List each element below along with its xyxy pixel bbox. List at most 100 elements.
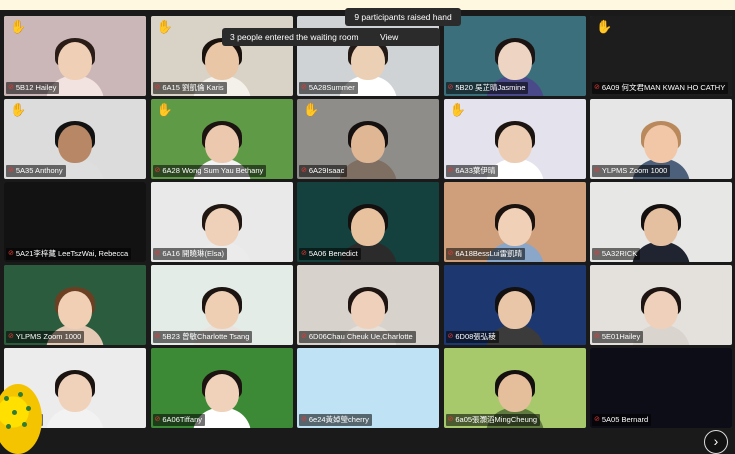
participant-tile[interactable]: ⊘ 5B23 曾敏Charlotte Tsang bbox=[150, 265, 293, 345]
participant-tile[interactable]: ✋ ⊘ 6A28 Wong Sum Yau Bethany bbox=[150, 99, 293, 179]
participant-tile[interactable]: ✋ ⊘ 6A09 何文君MAN KWAN HO CATHY bbox=[590, 16, 732, 96]
participant-name-label: ⊘ 6A15 劉凱倫 Karis bbox=[152, 82, 227, 94]
participant-name: 5A06 Benedict bbox=[308, 249, 358, 258]
participant-name-label: ⊘ 6D06Chau Cheuk Ue,Charlotte bbox=[299, 331, 416, 343]
participant-name: 6A16 開曉琳(Elsa) bbox=[162, 249, 225, 258]
waiting-room-view-button[interactable]: View bbox=[380, 28, 398, 46]
participant-name-label: ⊘ 6D08張弘稜 bbox=[445, 331, 499, 343]
participant-name: 6D08張弘稜 bbox=[455, 332, 496, 341]
participant-tile[interactable]: ⊘ 6e24黃婥瑩cherry bbox=[297, 348, 439, 428]
participant-tile[interactable]: ✋ ⊘ 5A35 Anthony bbox=[4, 99, 146, 179]
participant-video bbox=[339, 119, 397, 179]
participant-name: YLPMS Zoom 1000 bbox=[15, 332, 82, 341]
participant-name-label: ⊘ YLPMS Zoom 1000 bbox=[592, 165, 671, 177]
participant-name-label: ⊘ 6A28 Wong Sum Yau Bethany bbox=[152, 165, 267, 177]
participant-tile[interactable]: ⊘ 6A16 開曉琳(Elsa) bbox=[150, 182, 293, 262]
muted-mic-icon: ⊘ bbox=[594, 167, 600, 174]
participant-tile[interactable]: ⊘ YLPMS Zoom 1000 bbox=[4, 265, 146, 345]
participant-video bbox=[46, 368, 104, 428]
participant-name: 5A32RICK bbox=[601, 249, 638, 258]
participant-name: 5B12 Hailey bbox=[15, 83, 57, 92]
participant-name-label: ⊘ 5B12 Hailey bbox=[6, 82, 60, 94]
decorative-ball bbox=[0, 384, 42, 454]
muted-mic-icon: ⊘ bbox=[594, 416, 600, 423]
raised-hand-icon: ✋ bbox=[156, 19, 173, 34]
muted-mic-icon: ⊘ bbox=[447, 167, 454, 174]
raised-hands-notification: 9 participants raised hand bbox=[345, 8, 461, 26]
muted-mic-icon: ⊘ bbox=[154, 416, 161, 423]
participant-tile[interactable]: ⊘ 6a05張灝滔MingCheung bbox=[443, 348, 586, 428]
muted-mic-icon: ⊘ bbox=[301, 333, 307, 340]
muted-mic-icon: ⊘ bbox=[301, 416, 307, 423]
waiting-room-text: 3 people entered the waiting room bbox=[230, 32, 359, 42]
participant-name: 5B20 吳芷晴Jasmine bbox=[455, 83, 526, 92]
muted-mic-icon: ⊘ bbox=[8, 84, 14, 91]
participant-tile[interactable]: ⊘ 5A06 Benedict bbox=[297, 182, 439, 262]
participant-gallery: ✋ ⊘ 5B12 Hailey ✋ ⊘ 6A15 劉凱倫 Karis ⊘ 5A28Summer… bbox=[4, 16, 732, 432]
participant-name-label: ⊘ YLPMS Zoom 1000 bbox=[6, 331, 85, 343]
participant-video bbox=[632, 202, 690, 262]
participant-name: 6A09 何文君MAN KWAN HO CATHY bbox=[601, 83, 726, 92]
participant-tile[interactable]: ⊘ 5B20 吳芷晴Jasmine bbox=[443, 16, 586, 96]
participant-tile[interactable]: ✋ ⊘ 6A33葉伊晴 bbox=[443, 99, 586, 179]
muted-mic-icon: ⊘ bbox=[8, 167, 14, 174]
participant-name: 6e24黃婥瑩cherry bbox=[308, 415, 369, 424]
participant-tile[interactable]: ⊘ 5A32RICK bbox=[590, 182, 732, 262]
participant-tile[interactable]: ✋ ⊘ 6A29Isaac bbox=[297, 99, 439, 179]
participant-name-label: ⊘ 5A35 Anthony bbox=[6, 165, 66, 177]
next-page-button[interactable]: › bbox=[704, 430, 728, 454]
muted-mic-icon: ⊘ bbox=[8, 250, 14, 257]
muted-mic-icon: ⊘ bbox=[594, 84, 600, 91]
participant-name: 5B23 曾敏Charlotte Tsang bbox=[162, 332, 250, 341]
participant-name: 6A15 劉凱倫 Karis bbox=[162, 83, 224, 92]
raised-hand-icon: ✋ bbox=[10, 19, 27, 34]
raised-hand-icon: ✋ bbox=[596, 19, 613, 34]
participant-tile[interactable]: ⊘ 5A21李梓藏 LeeTszWai, Rebecca bbox=[4, 182, 146, 262]
muted-mic-icon: ⊘ bbox=[594, 333, 600, 340]
participant-tile[interactable]: ⊘ YLPMS Zoom 1000 bbox=[590, 99, 732, 179]
participant-name-label: ⊘ 6A33葉伊晴 bbox=[445, 165, 499, 177]
participant-name: 5A21李梓藏 LeeTszWai, Rebecca bbox=[15, 249, 129, 258]
muted-mic-icon: ⊘ bbox=[154, 84, 161, 91]
participant-name-label: ⊘ 6a05張灝滔MingCheung bbox=[445, 414, 541, 426]
participant-tile[interactable]: ⊘ 5A05 Bernard bbox=[590, 348, 732, 428]
participant-name-label: ⊘ 6A18BessLui雷凱晴 bbox=[445, 248, 526, 260]
muted-mic-icon: ⊘ bbox=[154, 167, 161, 174]
participant-name: 6a05張灝滔MingCheung bbox=[455, 415, 538, 424]
muted-mic-icon: ⊘ bbox=[447, 250, 454, 257]
participant-tile[interactable]: ⊘ 6A06Tiffany bbox=[150, 348, 293, 428]
muted-mic-icon: ⊘ bbox=[447, 333, 454, 340]
raised-hand-icon: ✋ bbox=[156, 102, 173, 117]
participant-name-label: ⊘ 6e24黃婥瑩cherry bbox=[299, 414, 372, 426]
muted-mic-icon: ⊘ bbox=[301, 250, 307, 257]
participant-name: 6A06Tiffany bbox=[162, 415, 202, 424]
muted-mic-icon: ⊘ bbox=[8, 333, 14, 340]
participant-name-label: ⊘ 5B20 吳芷晴Jasmine bbox=[445, 82, 529, 94]
participant-tile[interactable]: ⊘ 6A18BessLui雷凱晴 bbox=[443, 182, 586, 262]
participant-name-label: ⊘ 6A06Tiffany bbox=[152, 414, 205, 426]
participant-name: 5A05 Bernard bbox=[601, 415, 649, 424]
participant-tile[interactable]: ⊘ 6D06Chau Cheuk Ue,Charlotte bbox=[297, 265, 439, 345]
muted-mic-icon: ⊘ bbox=[447, 84, 454, 91]
participant-tile[interactable]: ⊘ 6D08張弘稜 bbox=[443, 265, 586, 345]
muted-mic-icon: ⊘ bbox=[301, 167, 307, 174]
waiting-room-notification[interactable]: 3 people entered the waiting room View bbox=[222, 28, 440, 46]
participant-name-label: ⊘ 5E01Hailey bbox=[592, 331, 644, 343]
participant-name-label: ⊘ 5A21李梓藏 LeeTszWai, Rebecca bbox=[6, 248, 132, 260]
participant-name-label: ⊘ 5A06 Benedict bbox=[299, 248, 361, 260]
chevron-right-icon: › bbox=[713, 433, 719, 449]
participant-name: 6A28 Wong Sum Yau Bethany bbox=[162, 166, 264, 175]
participant-name-label: ⊘ 5B23 曾敏Charlotte Tsang bbox=[152, 331, 253, 343]
participant-name: 5A28Summer bbox=[308, 83, 355, 92]
participant-name: 6A29Isaac bbox=[308, 166, 345, 175]
muted-mic-icon: ⊘ bbox=[447, 416, 454, 423]
participant-name-label: ⊘ 6A09 何文君MAN KWAN HO CATHY bbox=[592, 82, 729, 94]
muted-mic-icon: ⊘ bbox=[301, 84, 307, 91]
raised-hand-icon: ✋ bbox=[449, 102, 466, 117]
participant-tile[interactable]: ✋ ⊘ 5B12 Hailey bbox=[4, 16, 146, 96]
participant-name: YLPMS Zoom 1000 bbox=[601, 166, 668, 175]
participant-name-label: ⊘ 6A29Isaac bbox=[299, 165, 348, 177]
participant-name: 6A18BessLui雷凱晴 bbox=[455, 249, 523, 258]
participant-name-label: ⊘ 5A28Summer bbox=[299, 82, 358, 94]
participant-tile[interactable]: ⊘ 5E01Hailey bbox=[590, 265, 732, 345]
